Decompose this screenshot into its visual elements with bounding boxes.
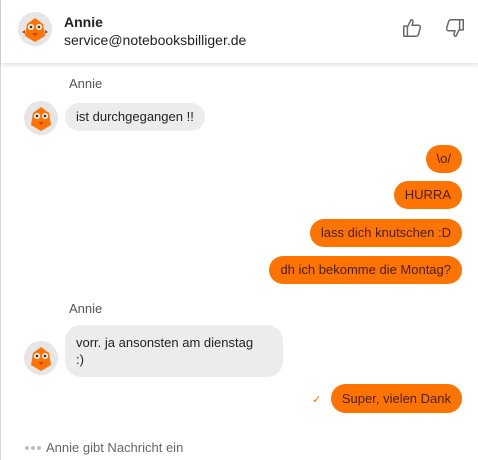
robot-avatar-icon	[24, 341, 58, 375]
thumbs-up-icon	[403, 19, 422, 37]
message-sender-label: Annie	[69, 76, 103, 91]
sender-avatar	[24, 101, 58, 135]
thumbs-down-button[interactable]	[442, 15, 468, 41]
chat-window: Annie service@notebooksbilliger.de Annie…	[0, 0, 478, 460]
outgoing-message: Super, vielen Dank	[330, 384, 462, 413]
robot-avatar-icon	[24, 101, 58, 135]
typing-indicator-text: Annie gibt Nachricht ein	[46, 440, 184, 455]
outgoing-message: \o/	[425, 145, 462, 173]
contact-name: Annie	[64, 14, 103, 30]
outgoing-message: lass dich knutschen :D	[309, 219, 462, 247]
robot-avatar-icon	[18, 12, 52, 46]
outgoing-message: dh ich bekomme die Montag?	[269, 256, 462, 284]
message-line: :)	[76, 352, 84, 367]
contact-avatar	[18, 12, 52, 46]
outgoing-message: HURRA	[393, 181, 462, 209]
typing-dots-icon	[25, 445, 41, 450]
message-sender-label: Annie	[69, 301, 103, 316]
typing-indicator: Annie gibt Nachricht ein	[25, 440, 183, 455]
contact-email: service@notebooksbilliger.de	[64, 32, 247, 48]
incoming-message: vorr. ja ansonsten am dienstag :)	[65, 325, 283, 377]
message-line: vorr. ja ansonsten am dienstag	[76, 335, 254, 350]
thumbs-down-icon	[445, 19, 464, 37]
sender-avatar	[24, 341, 58, 375]
sent-check-icon: ✓	[312, 394, 322, 406]
incoming-message: ist durchgegangen !!	[65, 103, 205, 131]
thumbs-up-button[interactable]	[399, 15, 425, 41]
chat-header: Annie service@notebooksbilliger.de	[1, 0, 478, 63]
